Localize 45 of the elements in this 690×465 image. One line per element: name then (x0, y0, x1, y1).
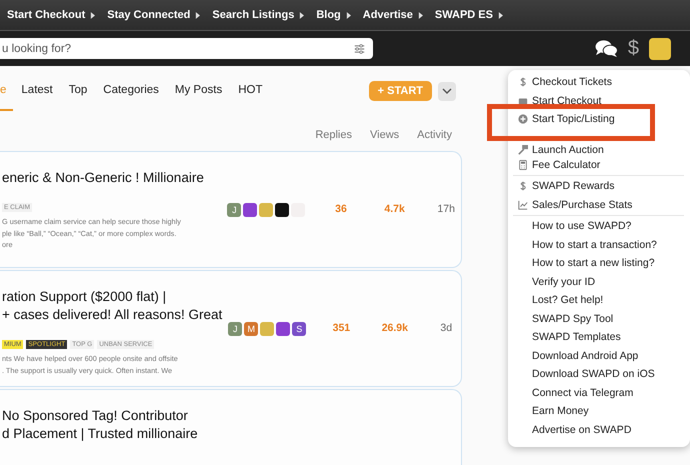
nav-tab[interactable]: My Posts (166, 71, 230, 111)
dollar-icon[interactable]: $ (628, 37, 639, 60)
view-count: 4.7k (383, 203, 406, 215)
view-count: 26.9k (380, 322, 409, 334)
menu-item[interactable]: SWAPD Templates (508, 328, 690, 346)
nav-link[interactable]: SWAPD ES (434, 9, 503, 21)
menu-item[interactable]: Connect via Telegram (508, 384, 690, 402)
menu-item[interactable]: SWAPD Spy Tool (508, 310, 690, 328)
menu-item[interactable]: How to use SWAPD? (508, 217, 690, 236)
reply-count: 351 (332, 322, 352, 334)
column-header[interactable]: Activity (417, 129, 452, 141)
nav-tab[interactable]: HOT (230, 71, 270, 111)
topic-title[interactable]: No Sponsored Tag! Contributor d Placement | Trusted millionaire (2, 407, 224, 443)
menu-item[interactable]: Download SWAPD on iOS (508, 365, 690, 384)
topic-title[interactable]: ration Support ($2000 flat) | + cases delivered! All reasons! Great (2, 288, 222, 324)
nav-tab[interactable]: Categories (95, 71, 167, 111)
nav-tab[interactable]: Latest (13, 71, 61, 111)
menu-item[interactable]: Download Android App (508, 346, 690, 365)
menu-item[interactable]: Earn Money (508, 402, 690, 420)
nav-link[interactable]: Advertise (362, 9, 423, 21)
activity-time: 3d (439, 322, 454, 334)
nav-link[interactable]: Search Listings (212, 9, 304, 21)
menu-item[interactable]: How to start a new listing? (508, 254, 690, 272)
menu-item[interactable]: How to start a transaction? (508, 236, 690, 254)
topic-title[interactable]: eneric & Non-Generic ! Millionaire (2, 169, 222, 187)
activity-time: 17h (436, 203, 456, 215)
search-field[interactable]: u looking for? (0, 38, 373, 59)
column-header[interactable]: Replies (315, 129, 352, 141)
menu-item[interactable]: Sales/Purchase Stats (508, 196, 690, 214)
menu-item[interactable]: Checkout Tickets (508, 73, 690, 92)
reply-count: 36 (334, 203, 348, 215)
menu-item[interactable]: SWAPD Rewards (508, 177, 690, 196)
menu-item[interactable]: Start Topic/Listing (508, 110, 690, 128)
menu-item[interactable]: Start Checkout (508, 92, 690, 110)
menu-item[interactable]: Launch Auction (508, 142, 690, 158)
nav-link[interactable]: Stay Connected (107, 9, 200, 21)
nav-tab[interactable]: Top (60, 71, 96, 111)
menu-item[interactable]: Verify your ID (508, 272, 690, 291)
menu-item[interactable]: Advertise on SWAPD (508, 420, 690, 439)
nav-link[interactable]: Blog (316, 9, 351, 21)
menu-item[interactable]: Lost? Get help! (508, 291, 690, 310)
column-header[interactable]: Views (370, 129, 400, 141)
nav-link[interactable]: Start Checkout (7, 9, 96, 21)
user-avatar[interactable]: S (292, 322, 306, 336)
menu-item[interactable]: Fee Calculator (508, 156, 690, 174)
